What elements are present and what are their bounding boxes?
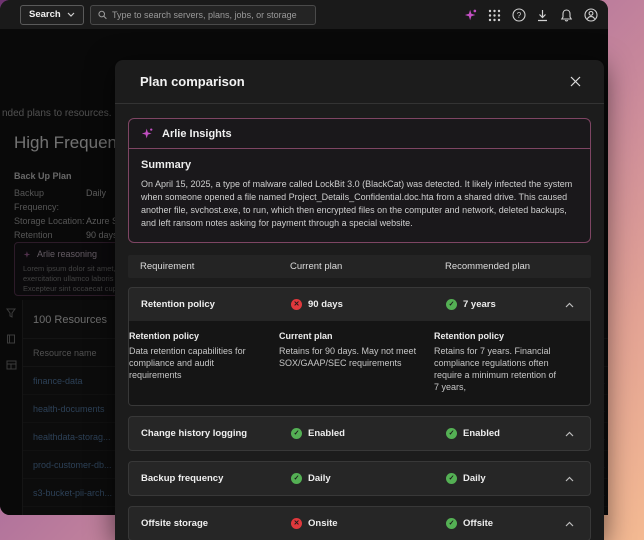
comparison-row-offsite-storage: Offsite storage ✕ Onsite ✓ Offsite [128,506,591,540]
checkmark-circle-icon: ✓ [291,428,302,439]
checkmark-circle-icon: ✓ [446,473,457,484]
summary-heading: Summary [141,159,192,171]
recommended-plan-value: ✓ Daily [446,473,560,484]
dismiss-circle-icon: ✕ [291,299,302,310]
chevron-up-icon[interactable] [560,476,578,482]
apps-grid-icon[interactable] [487,8,502,23]
checkmark-circle-icon: ✓ [446,518,457,529]
row-header[interactable]: Retention policy ✕ 90 days ✓ 7 years [129,288,590,321]
chevron-up-icon[interactable] [560,521,578,527]
arlie-insights-title: Arlie Insights [162,127,232,140]
sparkle-icon [141,128,153,139]
checkmark-circle-icon: ✓ [446,428,457,439]
detail-recommended-plan: Retention policy Retains for 7 years. Fi… [434,331,557,392]
download-icon[interactable] [535,8,550,23]
row-expanded-detail: Retention policy Data retention capabili… [129,321,590,405]
detail-current-plan: Current plan Retains for 90 days. May no… [279,331,417,368]
plan-comparison-modal: Plan comparison Arlie Insights Summary O… [115,60,604,540]
recommended-plan-value: ✓ Offsite [446,518,560,529]
global-search[interactable] [89,4,316,25]
arlie-insights-card: Arlie Insights Summary On April 15, 2025… [128,118,591,243]
modal-header: Plan comparison [115,60,604,104]
row-header[interactable]: Offsite storage ✕ Onsite ✓ Offsite [129,507,590,540]
chevron-up-icon[interactable] [560,302,578,308]
close-icon[interactable] [566,73,584,91]
modal-title: Plan comparison [140,74,245,89]
recommended-plan-value: ✓ Enabled [446,428,560,439]
checkmark-circle-icon: ✓ [291,473,302,484]
dismiss-circle-icon: ✕ [291,518,302,529]
comparison-row-backup-frequency: Backup frequency ✓ Daily ✓ Daily [128,461,591,496]
comparison-row-change-history-logging: Change history logging ✓ Enabled ✓ Enabled [128,416,591,451]
search-scope-dropdown[interactable]: Search [20,4,84,25]
topbar-icon-group: ? [463,0,604,30]
checkmark-circle-icon: ✓ [446,299,457,310]
search-scope-label: Search [29,9,61,20]
col-recommended-plan: Recommended plan [445,261,531,272]
search-icon [98,10,107,19]
search-input[interactable] [112,9,308,20]
help-icon[interactable]: ? [511,8,526,23]
detail-requirement: Retention policy Data retention capabili… [129,331,246,380]
requirement-name: Backup frequency [141,473,224,484]
current-plan-value: ✓ Daily [291,473,446,484]
chevron-down-icon [67,12,75,17]
top-bar: Search ? [0,0,608,30]
row-header[interactable]: Backup frequency ✓ Daily ✓ Daily [129,462,590,495]
recommended-plan-value: ✓ 7 years [446,299,560,310]
sparkle-icon[interactable] [463,8,478,23]
current-plan-value: ✓ Enabled [291,428,446,439]
row-header[interactable]: Change history logging ✓ Enabled ✓ Enabled [129,417,590,450]
current-plan-value: ✕ 90 days [291,299,446,310]
requirement-name: Offsite storage [141,518,209,529]
notifications-icon[interactable] [559,8,574,23]
col-requirement: Requirement [140,261,195,272]
arlie-insights-header: Arlie Insights [129,119,590,149]
svg-text:?: ? [516,11,521,20]
requirement-name: Change history logging [141,428,248,439]
current-plan-value: ✕ Onsite [291,518,446,529]
comparison-row-retention-policy: Retention policy ✕ 90 days ✓ 7 years Reten… [128,287,591,406]
modal-body: Arlie Insights Summary On April 15, 2025… [115,104,604,540]
requirement-name: Retention policy [141,299,215,310]
comparison-table-header: Requirement Current plan Recommended pla… [128,255,591,278]
col-current-plan: Current plan [290,261,343,272]
summary-text: On April 15, 2025, a type of malware cal… [141,179,573,228]
account-icon[interactable] [583,8,598,23]
insights-summary: Summary On April 15, 2025, a type of mal… [129,149,590,242]
chevron-up-icon[interactable] [560,431,578,437]
